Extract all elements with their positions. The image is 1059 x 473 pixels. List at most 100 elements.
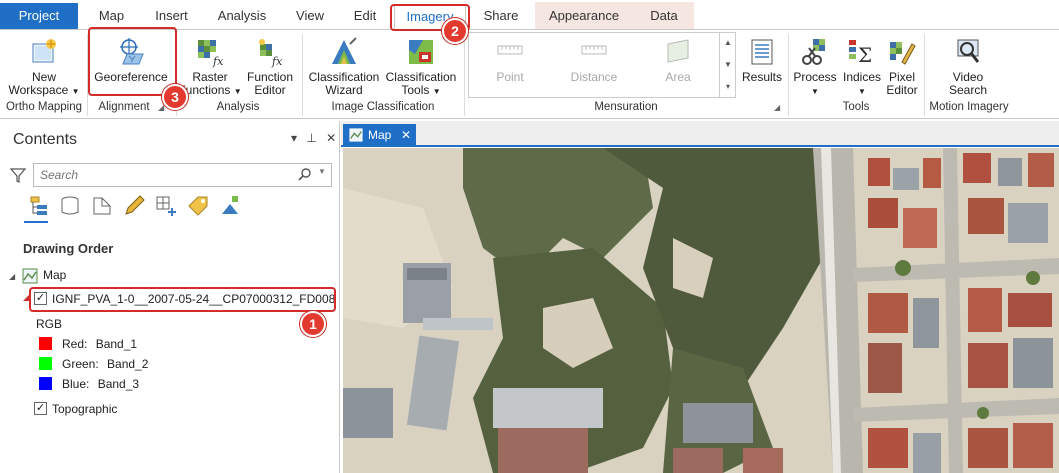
launcher-icon[interactable]: ◢ bbox=[774, 103, 783, 112]
band-value: Band_1 bbox=[95, 337, 138, 351]
red-band-swatch[interactable] bbox=[39, 337, 52, 350]
group-label-ortho-mapping: Ortho Mapping bbox=[5, 101, 83, 113]
results-label: Results bbox=[741, 70, 782, 84]
band-row-green: Green: Band_2 bbox=[62, 357, 148, 371]
map-view-tab[interactable]: Map ✕ bbox=[343, 124, 416, 147]
tab-map[interactable]: Map bbox=[84, 4, 139, 28]
gallery-scroll[interactable]: ▲ ▼ ▾ bbox=[719, 32, 736, 98]
pixel-editor-button[interactable]: Pixel Editor bbox=[882, 36, 922, 97]
distance-label: Distance bbox=[570, 70, 618, 84]
data-source-icon[interactable] bbox=[58, 194, 82, 218]
chevron-down-icon: ▼ bbox=[858, 87, 866, 96]
svg-text:Σ: Σ bbox=[858, 43, 872, 67]
band-label: Red: bbox=[62, 337, 88, 351]
ribbon-tab-bar: Project Map Insert Analysis View Edit Im… bbox=[0, 0, 1059, 31]
results-icon bbox=[751, 39, 773, 65]
charts-icon[interactable] bbox=[218, 194, 242, 218]
callout-highlight-layer bbox=[29, 287, 336, 312]
chevron-down-icon[interactable]: ▼ bbox=[318, 167, 326, 176]
map-icon bbox=[349, 128, 363, 142]
pane-controls: ▾ ⊥ ✕ bbox=[285, 131, 336, 145]
tree-basemap-label[interactable]: Topographic bbox=[52, 402, 117, 416]
chevron-down-icon: ▼ bbox=[233, 87, 242, 96]
editing-icon[interactable] bbox=[122, 194, 146, 218]
tab-data[interactable]: Data bbox=[635, 3, 693, 30]
green-band-swatch[interactable] bbox=[39, 357, 52, 370]
group-label-tools: Tools bbox=[842, 101, 870, 113]
point-button[interactable]: Point bbox=[478, 36, 542, 84]
tab-view[interactable]: View bbox=[284, 4, 336, 28]
group-label-image-classification: Image Classification bbox=[331, 101, 435, 113]
close-icon[interactable]: ✕ bbox=[326, 131, 336, 145]
new-workspace-button[interactable]: New Workspace ▼ bbox=[6, 36, 82, 98]
indices-icon: Σ bbox=[849, 40, 872, 67]
chevron-up-icon[interactable]: ▲ bbox=[720, 32, 736, 54]
group-divider bbox=[302, 34, 303, 116]
process-label: Process bbox=[793, 70, 837, 84]
search-input[interactable] bbox=[33, 163, 332, 187]
basemap-visibility-checkbox[interactable]: ✓ bbox=[34, 402, 47, 415]
indices-button[interactable]: Σ Indices ▼ bbox=[840, 36, 884, 98]
callout-badge-3: 3 bbox=[162, 84, 188, 110]
callout-highlight-georeference bbox=[88, 27, 177, 96]
classification-wizard-button[interactable]: Classification Wizard bbox=[305, 36, 383, 97]
group-label-alignment: Alignment bbox=[98, 101, 150, 113]
function-editor-button[interactable]: fx Function Editor bbox=[242, 36, 298, 97]
tab-project[interactable]: Project bbox=[0, 3, 78, 29]
chevron-down-icon: ▼ bbox=[811, 87, 819, 96]
area-label: Area bbox=[665, 70, 691, 84]
ruler-area-icon bbox=[667, 39, 689, 63]
pane-menu-icon[interactable]: ▾ bbox=[291, 131, 297, 145]
chevron-down-icon[interactable]: ▼ bbox=[720, 54, 736, 76]
aerial-imagery[interactable] bbox=[343, 148, 1059, 473]
distance-button[interactable]: Distance bbox=[562, 36, 626, 84]
chevron-down-icon: ▼ bbox=[432, 87, 441, 96]
function-editor-label-1: Function bbox=[246, 70, 294, 84]
classification-tools-button[interactable]: Classification Tools ▼ bbox=[382, 36, 460, 98]
active-view-indicator bbox=[24, 221, 48, 223]
classification-wizard-icon bbox=[332, 37, 357, 64]
collapse-triangle-icon[interactable]: ◢ bbox=[9, 272, 15, 281]
classification-wizard-label-1: Classification bbox=[308, 70, 380, 84]
close-icon[interactable]: ✕ bbox=[401, 124, 411, 147]
selection-icon[interactable] bbox=[90, 194, 114, 218]
drawing-order-icon[interactable] bbox=[28, 194, 52, 218]
band-row-red: Red: Band_1 bbox=[62, 337, 137, 351]
chevron-down-icon: ▼ bbox=[71, 87, 80, 96]
band-label: Green: bbox=[62, 357, 99, 371]
function-editor-label-2: Editor bbox=[254, 83, 286, 97]
tab-appearance[interactable]: Appearance bbox=[537, 3, 631, 30]
map-canvas[interactable] bbox=[343, 148, 1059, 473]
callout-badge-1: 1 bbox=[300, 311, 326, 337]
labeling-icon[interactable] bbox=[186, 194, 210, 218]
raster-functions-icon: fx bbox=[198, 40, 224, 68]
process-button[interactable]: Process ▼ bbox=[790, 36, 840, 98]
tab-insert[interactable]: Insert bbox=[144, 4, 199, 28]
video-search-label-2: Search bbox=[948, 83, 988, 97]
indices-label: Indices bbox=[842, 70, 882, 84]
area-button[interactable]: Area bbox=[646, 36, 710, 84]
video-search-icon bbox=[957, 39, 980, 63]
tab-analysis[interactable]: Analysis bbox=[207, 4, 277, 28]
raster-functions-label-1: Raster bbox=[192, 70, 228, 84]
pin-icon[interactable]: ⊥ bbox=[306, 131, 316, 145]
pixel-editor-label-2: Editor bbox=[886, 83, 918, 97]
video-search-button[interactable]: Video Search bbox=[940, 36, 996, 97]
tab-edit[interactable]: Edit bbox=[342, 4, 388, 28]
group-divider bbox=[464, 34, 465, 116]
results-button[interactable]: Results bbox=[740, 36, 784, 84]
gallery-expand-icon[interactable]: ▾ bbox=[720, 76, 736, 98]
drawing-order-heading: Drawing Order bbox=[23, 241, 114, 256]
snapping-icon[interactable] bbox=[154, 194, 178, 218]
filter-icon[interactable] bbox=[10, 167, 26, 183]
band-value: Band_2 bbox=[107, 357, 149, 371]
classification-tools-label-1: Classification bbox=[385, 70, 457, 84]
search-icon[interactable] bbox=[297, 167, 313, 183]
map-icon bbox=[22, 268, 38, 284]
group-label-motion-imagery: Motion Imagery bbox=[929, 101, 1009, 113]
tree-map-label[interactable]: Map bbox=[43, 268, 66, 282]
tab-share[interactable]: Share bbox=[472, 4, 530, 28]
blue-band-swatch[interactable] bbox=[39, 377, 52, 390]
ruler-point-icon bbox=[497, 45, 523, 55]
raster-functions-button[interactable]: fx Raster Functions ▼ bbox=[178, 36, 242, 98]
